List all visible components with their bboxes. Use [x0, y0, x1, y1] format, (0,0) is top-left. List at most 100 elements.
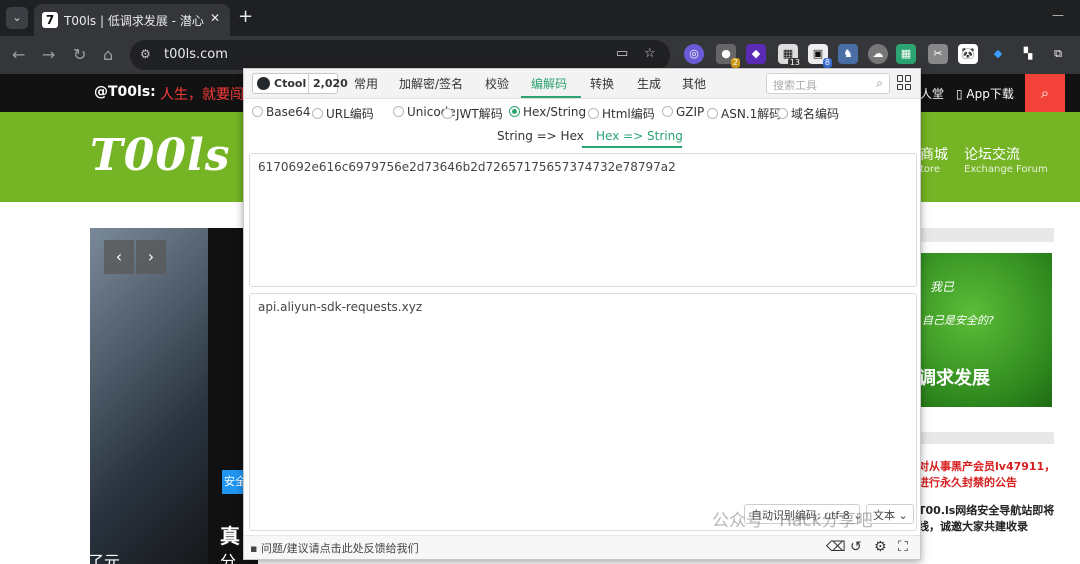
banner-arrows: ‹ › — [104, 240, 166, 274]
eraser-icon[interactable]: ⌫ — [826, 539, 846, 555]
side-ad-text: 调求发展 — [918, 368, 990, 389]
encoding-radio[interactable]: GZIP — [662, 105, 704, 119]
string-output-textarea[interactable]: api.aliyun-sdk-requests.xyz 自动识别编码: utf-… — [249, 293, 917, 531]
news-item[interactable]: 线，诚邀大家共建收录 — [918, 518, 1058, 534]
nav-label: 论坛交流 — [964, 147, 1020, 163]
history-icon[interactable]: ↺ — [850, 539, 862, 555]
encoding-radio[interactable]: Base64 — [252, 105, 311, 119]
main-tab[interactable]: 其他 — [682, 75, 706, 92]
banner-next-icon[interactable]: › — [136, 240, 166, 274]
user-link[interactable]: 人堂 — [920, 85, 944, 102]
radio-circle-icon[interactable] — [442, 108, 453, 119]
install-app-icon[interactable]: ▭ — [616, 46, 628, 61]
radio-circle-icon[interactable] — [662, 106, 673, 117]
radio-circle-icon[interactable] — [252, 106, 263, 117]
news-item[interactable]: 对从事黑产会员lv47911， — [918, 458, 1058, 474]
nav-label: 商城 — [920, 147, 948, 163]
minimize-window-icon[interactable]: — — [1052, 8, 1064, 22]
sub-tab[interactable]: String => Hex — [497, 129, 584, 143]
sub-tab[interactable]: Hex => String — [596, 129, 683, 143]
tab-title: T00ls | 低调求发展 - 潜心习安全 — [64, 14, 204, 28]
extension-icon-11[interactable]: ◆ — [988, 44, 1008, 64]
fullscreen-icon[interactable]: ⛶ — [898, 539, 908, 555]
extensions-puzzle-icon[interactable]: ⧉ — [1048, 44, 1068, 64]
app-download-label: App下载 — [966, 87, 1014, 101]
nav-item-store[interactable]: 商城 tore — [920, 144, 948, 175]
tab-search-button[interactable]: ⌄ — [6, 7, 28, 29]
main-tab[interactable]: 生成 — [637, 75, 661, 92]
radio-label: GZIP — [676, 105, 705, 119]
news-item[interactable]: 进行永久封禁的公告 — [918, 474, 1058, 490]
extension-icon-3[interactable]: ◆ — [746, 44, 766, 64]
home-icon[interactable]: ⌂ — [103, 45, 113, 64]
sidebar-divider — [918, 432, 1054, 444]
hex-input-textarea[interactable]: 6170692e616c6979756e2d73646b2d7265717565… — [249, 153, 917, 287]
extension-icon-7[interactable]: ☁ — [868, 44, 888, 64]
extensions-grid-icon[interactable]: ▚ — [1018, 44, 1038, 64]
search-icon[interactable]: ⌕ — [876, 76, 883, 91]
radio-label: JWT解码 — [456, 107, 503, 121]
nav-item-forum[interactable]: 论坛交流 Exchange Forum — [964, 144, 1048, 175]
radio-circle-icon[interactable] — [312, 108, 323, 119]
new-tab-button[interactable]: + — [238, 6, 253, 27]
radio-circle-icon[interactable] — [707, 108, 718, 119]
forward-icon[interactable]: → — [42, 45, 55, 64]
main-tab[interactable]: 常用 — [354, 75, 378, 92]
news-item[interactable]: T00.ls网络安全导航站即将 — [918, 502, 1058, 518]
site-logo[interactable]: T00ls — [90, 130, 230, 181]
panda-extension-icon[interactable]: 🐼 — [958, 44, 978, 64]
side-ad-text: 我已 — [930, 280, 955, 294]
feedback-link[interactable]: ▪ 问题/建议请点击此处反馈给我们 — [250, 540, 419, 556]
github-icon — [257, 77, 270, 90]
encoding-radio[interactable]: JWT解码 — [442, 105, 503, 122]
ctool-github-badge[interactable]: Ctool 2,020 — [252, 73, 348, 94]
ctool-footer: ▪ 问题/建议请点击此处反馈给我们 ⌫ ↺ ⚙ ⛶ — [244, 535, 920, 559]
extension-badge: 8 — [822, 58, 832, 68]
extension-icon-1[interactable]: ◎ — [684, 44, 704, 64]
output-type-select[interactable]: 文本 ⌄ — [866, 504, 914, 524]
main-tab[interactable]: 编解码 — [531, 75, 567, 92]
banner-title[interactable]: 真 — [220, 520, 240, 549]
close-tab-icon[interactable]: ✕ — [210, 11, 220, 25]
app-download-link[interactable]: ▯ App下载 — [956, 85, 1014, 102]
browser-tab-strip: ⌄ 7 T00ls | 低调求发展 - 潜心习安全 ✕ + — — [0, 0, 1080, 36]
all-tools-grid-icon[interactable] — [897, 75, 912, 90]
tool-search-input[interactable]: 搜索工具 ⌕ — [766, 73, 890, 94]
input-value: 6170692e616c6979756e2d73646b2d7265717565… — [258, 160, 676, 174]
back-icon[interactable]: ← — [12, 45, 25, 64]
encoding-radio[interactable]: Hex/String — [509, 105, 586, 119]
extension-icon-4[interactable]: ▦ 13 — [778, 44, 802, 68]
extension-icon-9[interactable]: ✂ — [928, 44, 948, 64]
reload-icon[interactable]: ↻ — [73, 45, 86, 64]
encoding-radio[interactable]: Html编码 — [588, 105, 655, 122]
site-settings-icon[interactable]: ⚙ — [140, 47, 151, 61]
settings-gear-icon[interactable]: ⚙ — [874, 539, 887, 555]
sidebar-divider — [918, 228, 1054, 242]
main-tab[interactable]: 校验 — [485, 75, 509, 92]
main-tab[interactable]: 加解密/签名 — [399, 75, 463, 92]
extension-icon-6[interactable]: ♞ — [838, 44, 858, 64]
address-bar[interactable]: ⚙ t00ls.com ▭ ☆ — [130, 40, 670, 70]
ctool-extension-icon[interactable]: ▦ — [896, 44, 916, 64]
extension-icon-5[interactable]: ▣ 8 — [808, 44, 832, 68]
encoding-radio[interactable]: URL编码 — [312, 105, 374, 122]
nav-sublabel: tore — [920, 164, 941, 175]
banner-prev-icon[interactable]: ‹ — [104, 240, 134, 274]
main-tab[interactable]: 转换 — [590, 75, 614, 92]
radio-circle-icon[interactable] — [393, 106, 404, 117]
chat-icon: ▪ — [250, 542, 258, 555]
radio-circle-icon[interactable] — [588, 108, 599, 119]
extension-icon-2[interactable]: ● 2 — [716, 44, 740, 68]
encoding-radio[interactable]: ASN.1解码 — [707, 105, 781, 122]
bookmark-star-icon[interactable]: ☆ — [644, 46, 656, 61]
active-subtab-underline — [582, 146, 682, 148]
site-favicon-icon: 7 — [42, 12, 58, 28]
browser-tab-active[interactable]: 7 T00ls | 低调求发展 - 潜心习安全 ✕ — [34, 4, 230, 36]
output-type-value: 文本 — [873, 509, 895, 522]
radio-circle-icon[interactable] — [777, 108, 788, 119]
radio-label: Hex/String — [523, 105, 587, 119]
encoding-radio[interactable]: 域名编码 — [777, 105, 839, 122]
site-search-icon[interactable]: ⌕ — [1025, 74, 1065, 112]
extension-badge: 13 — [787, 58, 802, 68]
radio-circle-icon[interactable] — [509, 106, 520, 117]
